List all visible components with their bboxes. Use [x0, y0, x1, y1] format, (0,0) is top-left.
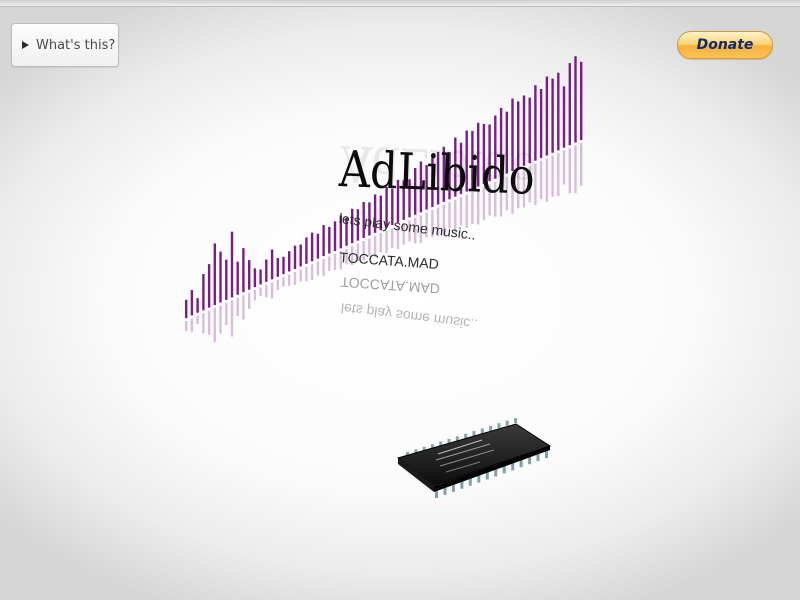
- visualizer-bar: [305, 237, 308, 264]
- visualizer-bar-reflection: [568, 148, 571, 194]
- visualizer-bar: [328, 226, 331, 254]
- visualizer-bar-reflection: [580, 143, 583, 186]
- visualizer-bar-reflection: [551, 155, 554, 197]
- visualizer-bar-reflection: [385, 230, 388, 254]
- visualizer-bar-reflection: [265, 284, 268, 298]
- visualizer-bar-reflection: [190, 318, 194, 333]
- visualizer-bar: [185, 299, 188, 319]
- visualizer-bar: [316, 233, 320, 259]
- visualizer-bar-reflection: [282, 277, 285, 287]
- visualizer-bar: [276, 258, 279, 277]
- visualizer-bar-reflection: [574, 145, 577, 194]
- visualizer-bar: [236, 261, 239, 295]
- visualizer-bar: [270, 249, 274, 280]
- visualizer-bar: [196, 298, 199, 313]
- app-logo-reflection: AdLibido: [340, 134, 538, 200]
- visualizer-bar-reflection: [288, 274, 291, 286]
- visualizer-bar: [259, 269, 262, 285]
- visualizer-bar-reflection: [316, 261, 320, 276]
- visualizer-bar: [545, 76, 549, 156]
- visualizer-bar: [225, 259, 228, 300]
- visualizer-bar-reflection: [230, 300, 234, 337]
- visualizer-bar-reflection: [202, 313, 205, 334]
- visualizer-bar-reflection: [322, 259, 325, 277]
- visualizer-bar-reflection: [545, 158, 549, 202]
- visualizer-bar-reflection: [328, 256, 331, 272]
- visualizer-bar: [282, 256, 285, 275]
- visualizer-bar: [190, 290, 194, 316]
- audio-visualizer: [185, 56, 583, 342]
- visualizer-bar: [539, 89, 543, 159]
- visualizer-bar-reflection: [539, 161, 543, 200]
- visualizer-bar-reflection: [248, 292, 251, 309]
- visualizer-bar-reflection: [242, 295, 245, 320]
- visualizer-bar: [322, 225, 325, 257]
- chip-pin: [505, 420, 509, 426]
- visualizer-bar: [568, 63, 571, 146]
- visualizer-bar: [207, 264, 211, 308]
- visualizer-bar-reflection: [293, 272, 297, 285]
- visualizer-bar: [293, 245, 297, 269]
- visualizer-bar-reflection: [276, 279, 279, 290]
- chip-pin: [480, 428, 484, 434]
- visualizer-bar: [230, 231, 234, 298]
- visualizer-bar-reflection: [225, 302, 228, 325]
- visualizer-bar-reflection: [259, 287, 262, 296]
- chip-pin: [489, 425, 493, 431]
- visualizer-bar: [562, 86, 566, 148]
- visualizer-bar-reflection: [310, 264, 314, 280]
- visualizer-bar: [551, 78, 554, 153]
- visualizer-bar: [202, 274, 205, 311]
- visualizer-bar: [253, 268, 257, 287]
- visualizer-bar-reflection: [253, 290, 257, 301]
- visualizer-bar-reflection: [299, 269, 302, 282]
- visualizer-bar-reflection: [213, 308, 216, 342]
- visualizer-bar: [213, 243, 216, 306]
- chip-pin: [497, 423, 501, 429]
- visualizer-bar-reflection: [562, 150, 566, 185]
- visualizer-bar-reflection: [270, 282, 274, 299]
- visualizer-bar: [310, 232, 314, 262]
- visualizer-bar: [265, 259, 268, 282]
- visualizer-bar-reflection: [333, 253, 337, 271]
- visualizer-bar: [574, 56, 577, 143]
- visualizer-bar-reflection: [185, 321, 188, 331]
- visualizer-bar-reflection: [196, 315, 199, 324]
- visualizer-bar: [299, 244, 302, 267]
- visualizer-bar: [242, 248, 245, 293]
- visualizer-bar: [557, 72, 560, 151]
- visualizer-bar-reflection: [236, 297, 239, 316]
- chip-pin: [514, 418, 517, 423]
- visualizer-bar-reflection: [557, 153, 560, 196]
- visualizer-bar: [333, 221, 337, 251]
- ic-chip-icon: [396, 418, 552, 498]
- visualizer-bar-reflection: [219, 305, 222, 334]
- visualizer-bar-reflection: [305, 266, 308, 282]
- visualizer-bar: [248, 260, 251, 290]
- visualizer-bar-reflection: [207, 310, 211, 335]
- visualizer-bar: [288, 251, 291, 272]
- visualizer-bar: [580, 61, 583, 141]
- visualizer-bar: [219, 251, 222, 303]
- visualizer-bar-reflection: [379, 233, 382, 253]
